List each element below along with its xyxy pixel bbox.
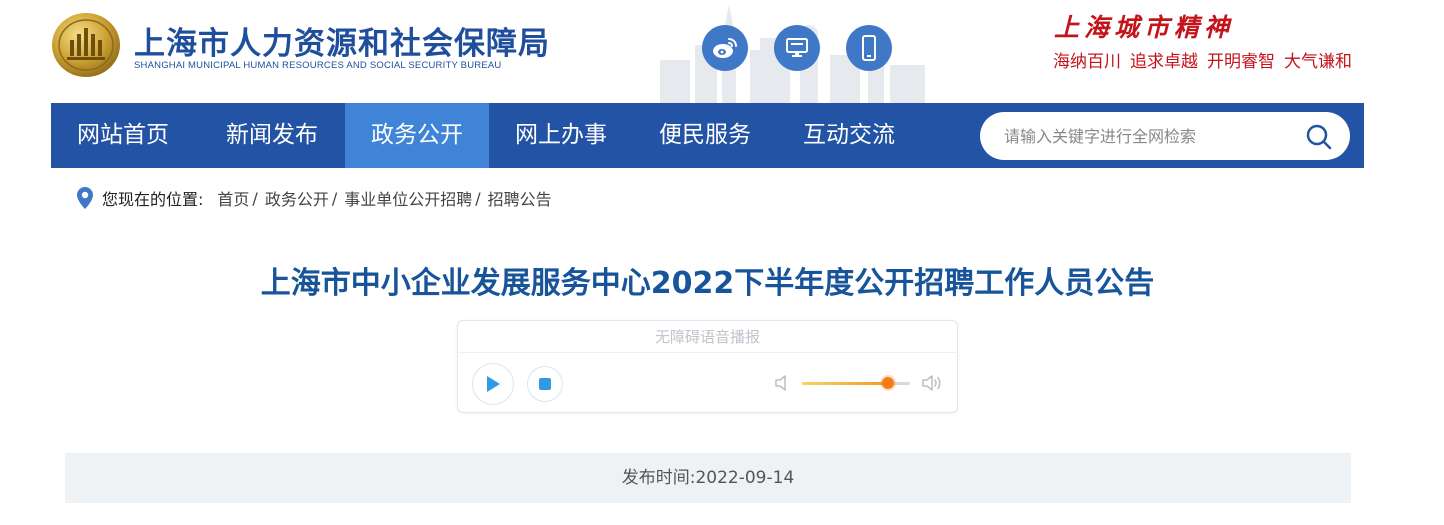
breadcrumb-separator: /	[252, 188, 258, 208]
publish-time-label: 发布时间:	[621, 468, 696, 488]
stop-icon	[539, 378, 551, 390]
mobile-icon	[862, 35, 876, 61]
search-icon	[1306, 124, 1332, 150]
publish-info-bar: 发布时间:2022-09-14	[65, 453, 1351, 503]
accessibility-audio-player: 无障碍语音播报	[457, 320, 958, 413]
volume-high-icon[interactable]	[921, 374, 943, 392]
nav-item-news[interactable]: 新闻发布	[200, 103, 344, 168]
stop-button[interactable]	[527, 366, 563, 402]
site-header: 上海市人力资源和社会保障局 SHANGHAI MUNICIPAL HUMAN R…	[0, 0, 1444, 103]
search-box	[980, 112, 1350, 160]
breadcrumb-recruitment-notice[interactable]: 招聘公告	[488, 186, 552, 210]
weibo-button[interactable]	[702, 25, 748, 71]
location-pin-icon	[77, 187, 93, 209]
nav-item-government-affairs[interactable]: 政务公开	[345, 103, 489, 168]
breadcrumb-public-recruitment[interactable]: 事业单位公开招聘	[344, 186, 472, 210]
spirit-word: 大气谦和	[1284, 52, 1352, 72]
play-icon	[487, 376, 500, 392]
spirit-word: 开明睿智	[1207, 52, 1275, 72]
search-input[interactable]	[1004, 112, 1294, 160]
bureau-name-cn: 上海市人力资源和社会保障局	[134, 26, 550, 62]
bureau-logo[interactable]	[51, 12, 121, 78]
search-button[interactable]	[1304, 122, 1334, 152]
nav-item-online-services[interactable]: 网上办事	[489, 103, 633, 168]
player-title: 无障碍语音播报	[458, 321, 957, 353]
desktop-site-button[interactable]	[774, 25, 820, 71]
weibo-icon	[713, 38, 737, 58]
nav-item-home[interactable]: 网站首页	[51, 103, 195, 168]
breadcrumb-home[interactable]: 首页	[217, 186, 249, 210]
breadcrumb-label: 您现在的位置:	[102, 190, 204, 209]
volume-level-fill	[802, 382, 889, 385]
main-nav: 网站首页 新闻发布 政务公开 网上办事 便民服务 互动交流	[51, 103, 1364, 168]
breadcrumb-separator: /	[331, 188, 338, 208]
volume-slider-handle[interactable]	[882, 377, 895, 389]
bureau-name-en: SHANGHAI MUNICIPAL HUMAN RESOURCES AND S…	[134, 60, 502, 71]
breadcrumb-separator: /	[475, 188, 481, 208]
city-spirit-title: 上海城市精神	[1054, 13, 1235, 42]
volume-slider[interactable]	[802, 377, 910, 389]
nav-item-interaction[interactable]: 互动交流	[777, 103, 921, 168]
spirit-word: 追求卓越	[1130, 52, 1198, 72]
breadcrumb-government-affairs[interactable]: 政务公开	[265, 186, 329, 210]
article-title: 上海市中小企业发展服务中心2022下半年度公开招聘工作人员公告	[260, 266, 1155, 301]
breadcrumb: 您现在的位置: 首页 / 政务公开 / 事业单位公开招聘 / 招聘公告	[76, 186, 552, 210]
volume-low-icon[interactable]	[774, 374, 790, 392]
spirit-word: 海纳百川	[1053, 52, 1121, 72]
play-button[interactable]	[472, 363, 514, 405]
desktop-icon	[786, 38, 808, 57]
city-spirit-words: 海纳百川 追求卓越 开明睿智 大气谦和	[1053, 47, 1361, 72]
nav-item-public-services[interactable]: 便民服务	[633, 103, 777, 168]
mobile-site-button[interactable]	[846, 25, 892, 71]
publish-date: 2022-09-14	[695, 468, 795, 488]
